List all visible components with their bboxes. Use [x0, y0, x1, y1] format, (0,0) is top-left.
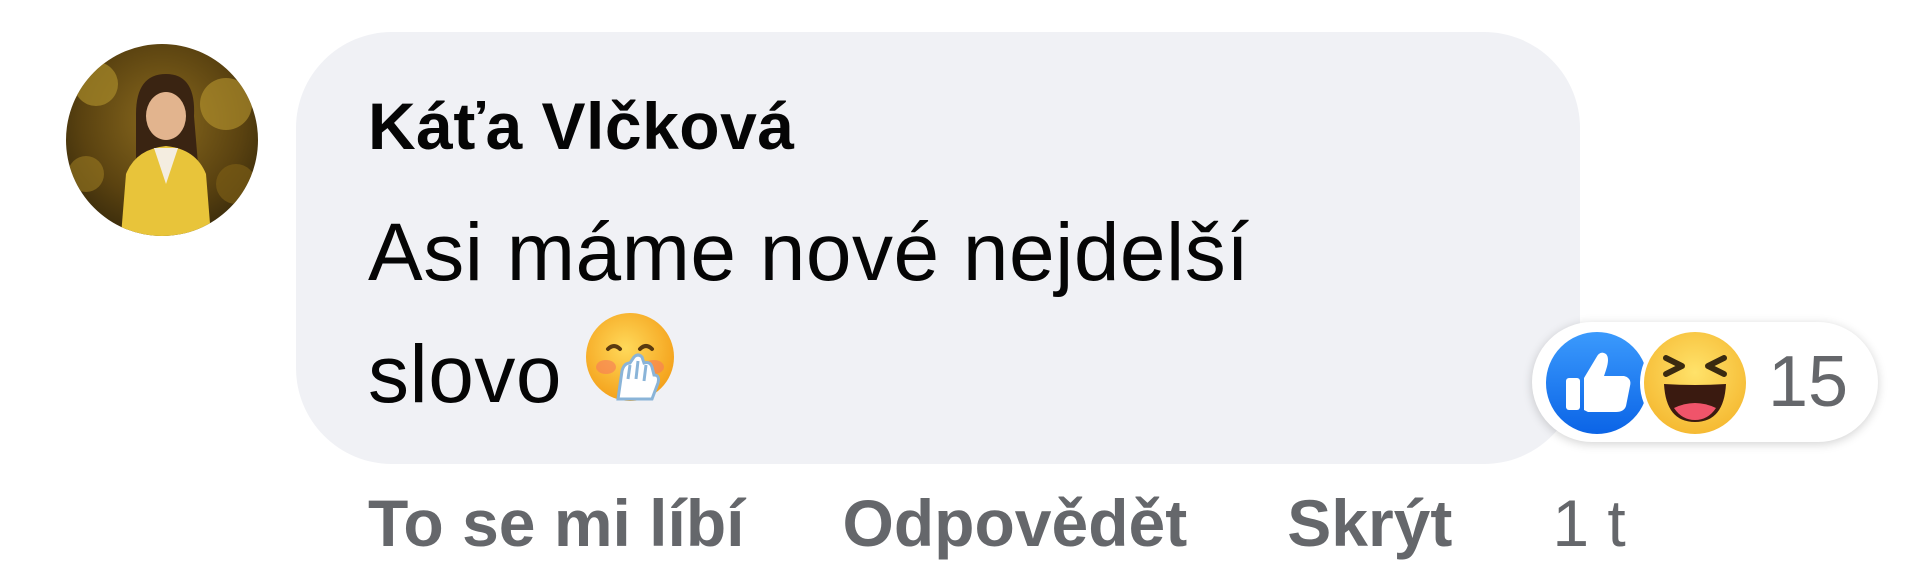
comment-author[interactable]: Káťa Vlčková [368, 88, 795, 164]
like-button[interactable]: To se mi líbí [368, 485, 745, 561]
author-avatar[interactable] [66, 44, 258, 236]
comment-text-line-1: Asi máme nové nejdelší [368, 207, 1250, 298]
face-with-hand-over-mouth-icon [582, 309, 678, 439]
reactions-summary[interactable]: 15 [1532, 322, 1878, 442]
comment-text-line-2: slovo [368, 313, 1488, 445]
reaction-count: 15 [1768, 342, 1849, 422]
comment-text: Asi máme nové nejdelší slovo [368, 192, 1488, 445]
comment-actions: To se mi líbí Odpovědět Skrýt 1 t [368, 478, 1626, 568]
reply-button[interactable]: Odpovědět [843, 485, 1188, 561]
hide-button[interactable]: Skrýt [1287, 485, 1452, 561]
avatar-photo [66, 44, 258, 236]
comment-text-line-2-text: slovo [368, 329, 562, 420]
like-icon [1542, 328, 1652, 438]
comment: Káťa Vlčková Asi máme nové nejdelší slov… [0, 0, 1914, 588]
haha-icon [1640, 328, 1750, 438]
comment-bubble: Káťa Vlčková Asi máme nové nejdelší slov… [296, 32, 1580, 464]
comment-timestamp[interactable]: 1 t [1552, 485, 1625, 561]
